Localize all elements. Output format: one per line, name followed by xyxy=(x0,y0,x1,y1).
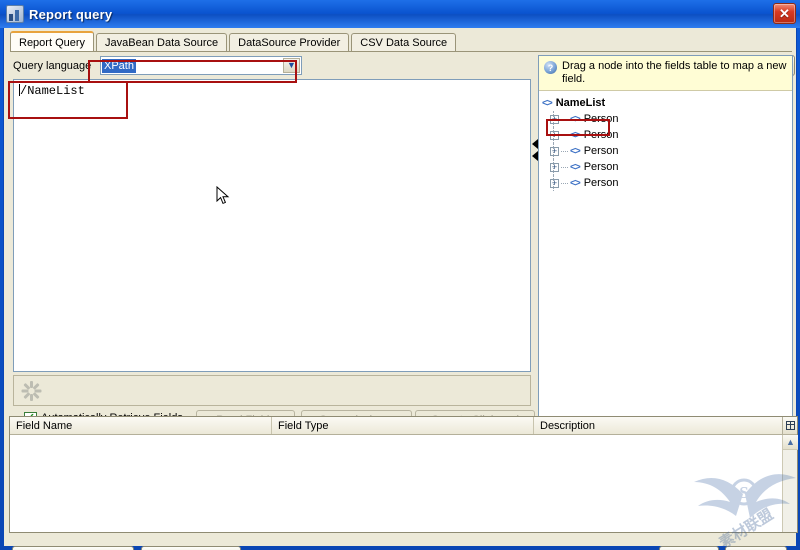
tree-node-person[interactable]: + <> Person xyxy=(542,175,792,191)
tree-line xyxy=(553,159,554,175)
tree-line-dots xyxy=(561,118,568,120)
query-language-value: XPath xyxy=(102,58,136,73)
query-language-combo[interactable]: XPath ▼ xyxy=(100,56,302,75)
dialog-body: Report Query JavaBean Data Source DataSo… xyxy=(3,28,798,550)
tree-node-label: Person xyxy=(583,113,619,125)
tab-underline xyxy=(10,51,792,52)
query-text-editor[interactable]: /NameList xyxy=(13,79,531,372)
chevron-down-icon[interactable]: ▼ xyxy=(283,58,300,73)
cancel-button[interactable]: Cancel xyxy=(725,546,787,550)
tree-node-label: NameList xyxy=(555,97,606,109)
tree-line xyxy=(553,111,554,127)
expand-icon[interactable]: + xyxy=(550,146,559,156)
tree-line xyxy=(553,175,554,191)
dialog-footer: Filter Expression... Sort options... OK … xyxy=(4,536,798,550)
xml-node-icon: <> xyxy=(570,129,581,141)
tree-line xyxy=(553,143,554,159)
help-icon: ? xyxy=(544,61,557,74)
query-text-value: /NameList xyxy=(20,84,85,98)
tab-report-query[interactable]: Report Query xyxy=(10,31,95,52)
xml-node-icon: <> xyxy=(570,113,581,125)
xml-node-icon: <> xyxy=(542,97,553,109)
xml-node-icon: <> xyxy=(570,145,581,157)
fields-table-scrollbar[interactable]: ▲ xyxy=(782,435,798,532)
tree-node-label: Person xyxy=(583,145,619,157)
expand-icon[interactable]: + xyxy=(550,178,559,188)
xml-node-icon: <> xyxy=(570,161,581,173)
tree-node-label: Person xyxy=(583,161,619,173)
tree-line-dots xyxy=(561,166,568,168)
xml-tree-panel: ? Drag a node into the fields table to m… xyxy=(538,55,793,432)
report-query-icon xyxy=(6,5,24,23)
tree-node-label: Person xyxy=(583,177,619,189)
tab-strip: Report Query JavaBean Data Source DataSo… xyxy=(10,31,458,52)
column-header-description[interactable]: Description xyxy=(534,417,782,434)
busy-spinner-icon xyxy=(20,380,42,402)
fields-table[interactable]: Field Name Field Type Description ▲ xyxy=(9,416,798,533)
column-header-field-name[interactable]: Field Name xyxy=(10,417,272,434)
expand-icon[interactable]: + xyxy=(550,130,559,140)
ok-button[interactable]: OK xyxy=(659,546,719,550)
column-header-field-type[interactable]: Field Type xyxy=(272,417,534,434)
xml-node-icon: <> xyxy=(570,177,581,189)
status-strip xyxy=(13,375,531,406)
tree-node-person[interactable]: + <> Person xyxy=(542,127,792,143)
tree-line-dots xyxy=(561,134,568,136)
sort-options-button[interactable]: Sort options... xyxy=(141,546,241,550)
fields-table-header: Field Name Field Type Description xyxy=(10,417,797,435)
tree-node-person[interactable]: + <> Person xyxy=(542,143,792,159)
xml-tree[interactable]: <> NameList + <> Person + <> Person + <>… xyxy=(539,92,792,431)
info-banner: ? Drag a node into the fields table to m… xyxy=(539,56,792,91)
expand-icon[interactable]: + xyxy=(550,162,559,172)
tab-csv-data-source[interactable]: CSV Data Source xyxy=(351,33,457,52)
column-chooser-icon[interactable] xyxy=(782,417,797,434)
filter-expression-button[interactable]: Filter Expression... xyxy=(12,546,134,550)
window-title: Report query xyxy=(29,6,113,22)
tree-line-dots xyxy=(561,150,568,152)
tab-datasource-provider[interactable]: DataSource Provider xyxy=(229,33,350,52)
query-text-line: /NameList xyxy=(14,80,530,102)
tree-line xyxy=(553,127,554,143)
close-icon[interactable]: ✕ xyxy=(773,3,796,24)
info-banner-text: Drag a node into the fields table to map… xyxy=(562,60,787,85)
report-query-dialog: Report query ✕ Report Query JavaBean Dat… xyxy=(0,0,800,550)
query-language-label: Query language xyxy=(13,60,92,72)
tree-line-dots xyxy=(561,182,568,184)
tree-node-person[interactable]: + <> Person xyxy=(542,111,792,127)
tree-node-person[interactable]: + <> Person xyxy=(542,159,792,175)
title-bar[interactable]: Report query ✕ xyxy=(0,0,800,28)
tree-node-namelist[interactable]: <> NameList xyxy=(542,95,792,111)
report-query-panel: Query language XPath ▼ Load query xyxy=(9,53,795,432)
scroll-up-icon[interactable]: ▲ xyxy=(783,435,798,450)
tab-javabean-data-source[interactable]: JavaBean Data Source xyxy=(96,33,228,52)
expand-icon[interactable]: + xyxy=(550,114,559,124)
tree-node-label: Person xyxy=(583,129,619,141)
